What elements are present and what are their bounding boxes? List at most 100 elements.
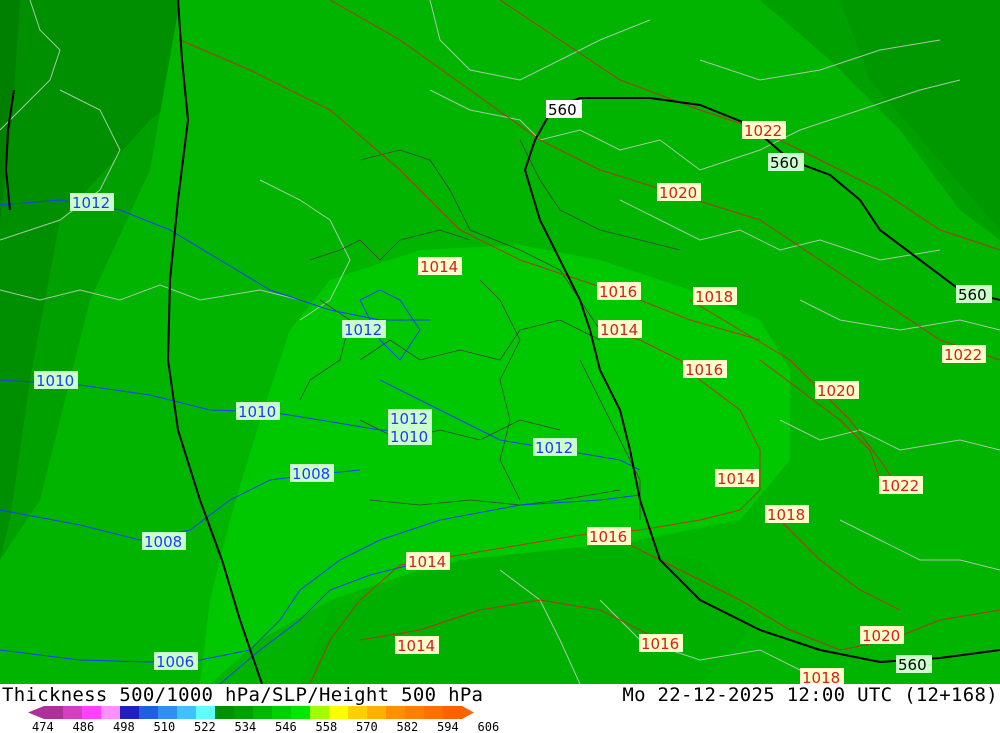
svg-text:1016: 1016 bbox=[599, 283, 637, 301]
svg-text:560: 560 bbox=[770, 154, 799, 172]
legend-arrow-left bbox=[28, 706, 44, 719]
legend-swatch bbox=[272, 706, 292, 719]
legend-tick-label: 522 bbox=[194, 720, 216, 733]
slp-label: 1020 bbox=[860, 626, 904, 645]
legend-swatch bbox=[291, 706, 311, 719]
legend-swatch bbox=[405, 706, 425, 719]
svg-text:1006: 1006 bbox=[156, 653, 194, 671]
svg-text:1014: 1014 bbox=[397, 637, 435, 655]
svg-text:1012: 1012 bbox=[390, 410, 428, 428]
thickness-map: 1012 1010 1012 1010 1012 1010 1008 1012 … bbox=[0, 0, 1000, 684]
legend-tick-label: 474 bbox=[32, 720, 54, 733]
legend-swatch bbox=[424, 706, 444, 719]
legend-swatch bbox=[253, 706, 273, 719]
legend-tick-label: 558 bbox=[316, 720, 338, 733]
slp-label: 1012 bbox=[342, 320, 386, 339]
legend-swatch bbox=[82, 706, 102, 719]
legend-swatch bbox=[386, 706, 406, 719]
svg-text:1022: 1022 bbox=[744, 122, 782, 140]
legend-swatch bbox=[443, 706, 463, 719]
legend-tick-label: 582 bbox=[397, 720, 419, 733]
slp-label: 1008 bbox=[290, 464, 334, 483]
slp-label: 1020 bbox=[815, 381, 859, 400]
map-footer: Thickness 500/1000 hPa/SLP/Height 500 hP… bbox=[0, 684, 1000, 733]
slp-label: 1018 bbox=[800, 668, 844, 684]
slp-label: 1012 bbox=[388, 409, 432, 428]
legend-swatch bbox=[196, 706, 216, 719]
legend-swatch bbox=[177, 706, 197, 719]
legend-swatch bbox=[120, 706, 140, 719]
slp-label: 1014 bbox=[598, 320, 642, 339]
svg-text:1012: 1012 bbox=[344, 321, 382, 339]
legend-swatch bbox=[139, 706, 159, 719]
slp-label: 1012 bbox=[533, 438, 577, 457]
height-label: 560 bbox=[956, 285, 992, 304]
legend-swatch bbox=[101, 706, 121, 719]
legend-swatch bbox=[63, 706, 83, 719]
legend-swatch bbox=[310, 706, 330, 719]
legend-tick-label: 570 bbox=[356, 720, 378, 733]
svg-text:560: 560 bbox=[898, 656, 927, 674]
svg-text:1008: 1008 bbox=[292, 465, 330, 483]
legend-swatch bbox=[234, 706, 254, 719]
legend-tick-label: 546 bbox=[275, 720, 297, 733]
slp-label: 1010 bbox=[34, 371, 78, 390]
svg-text:1018: 1018 bbox=[695, 288, 733, 306]
svg-text:1018: 1018 bbox=[767, 506, 805, 524]
slp-label: 1014 bbox=[406, 552, 450, 571]
svg-text:1014: 1014 bbox=[420, 258, 458, 276]
height-label: 560 bbox=[896, 655, 932, 674]
legend-tick-label: 594 bbox=[437, 720, 459, 733]
slp-label: 1010 bbox=[236, 402, 280, 421]
svg-text:1012: 1012 bbox=[72, 194, 110, 212]
slp-label: 1018 bbox=[693, 287, 737, 306]
legend-swatch bbox=[348, 706, 368, 719]
height-label: 560 bbox=[768, 153, 804, 172]
svg-text:1022: 1022 bbox=[881, 477, 919, 495]
svg-text:1018: 1018 bbox=[802, 669, 840, 684]
legend-swatch bbox=[158, 706, 178, 719]
svg-text:1016: 1016 bbox=[589, 528, 627, 546]
svg-text:1008: 1008 bbox=[144, 533, 182, 551]
svg-text:560: 560 bbox=[548, 101, 577, 119]
legend-swatch bbox=[215, 706, 235, 719]
map-title: Thickness 500/1000 hPa/SLP/Height 500 hP… bbox=[2, 684, 484, 706]
slp-label: 1016 bbox=[683, 360, 727, 379]
svg-text:1014: 1014 bbox=[600, 321, 638, 339]
slp-label: 1014 bbox=[395, 636, 439, 655]
svg-text:1014: 1014 bbox=[717, 470, 755, 488]
slp-label: 1018 bbox=[765, 505, 809, 524]
slp-label: 1006 bbox=[154, 652, 198, 671]
slp-label: 1016 bbox=[639, 634, 683, 653]
slp-label: 1016 bbox=[597, 282, 641, 301]
legend-tick-label: 606 bbox=[478, 720, 500, 733]
svg-text:1010: 1010 bbox=[238, 403, 276, 421]
svg-text:1020: 1020 bbox=[659, 184, 697, 202]
legend-tick-label: 486 bbox=[73, 720, 95, 733]
legend-swatch bbox=[367, 706, 387, 719]
legend-arrow-right bbox=[462, 706, 474, 719]
slp-label: 1022 bbox=[742, 121, 786, 140]
svg-text:560: 560 bbox=[958, 286, 987, 304]
svg-text:1010: 1010 bbox=[390, 428, 428, 446]
slp-label: 1014 bbox=[715, 469, 759, 488]
slp-label: 1008 bbox=[142, 532, 186, 551]
legend-tick-label: 498 bbox=[113, 720, 135, 733]
svg-text:1012: 1012 bbox=[535, 439, 573, 457]
color-legend: 474 486 498 510 522 534 546 558 570 582 594 606 bbox=[28, 706, 500, 733]
svg-text:1016: 1016 bbox=[641, 635, 679, 653]
svg-text:1010: 1010 bbox=[36, 372, 74, 390]
valid-time: Mo 22-12-2025 12:00 UTC (12+168) bbox=[622, 684, 998, 706]
legend-swatch bbox=[329, 706, 349, 719]
legend-tick-label: 510 bbox=[154, 720, 176, 733]
legend-swatch bbox=[44, 706, 64, 719]
slp-label: 1022 bbox=[879, 476, 923, 495]
slp-label: 1014 bbox=[418, 257, 462, 276]
svg-text:1016: 1016 bbox=[685, 361, 723, 379]
height-label: 560 bbox=[546, 100, 582, 119]
svg-text:1020: 1020 bbox=[862, 627, 900, 645]
svg-text:1020: 1020 bbox=[817, 382, 855, 400]
slp-label: 1012 bbox=[70, 193, 114, 212]
slp-label: 1016 bbox=[587, 527, 631, 546]
slp-label: 1010 bbox=[388, 427, 432, 446]
